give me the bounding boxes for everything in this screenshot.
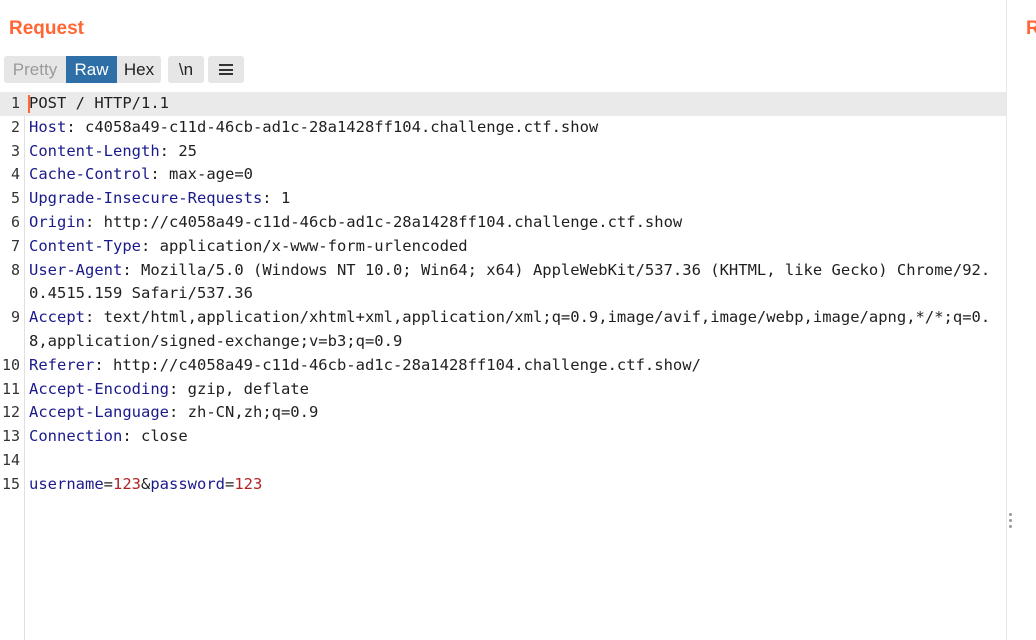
header-value: application/x-www-form-urlencoded xyxy=(150,236,468,255)
line-number: 6 xyxy=(10,212,20,231)
line-content: Connection: close xyxy=(29,427,188,446)
editor-line[interactable]: 8 User-Agent: Mozilla/5.0 (Windows NT 10.… xyxy=(0,259,1006,307)
editor-line[interactable]: 5 Upgrade-Insecure-Requests: 1 xyxy=(0,187,1006,211)
line-content: ​ xyxy=(29,449,1001,473)
line-number: 7 xyxy=(10,236,20,255)
param-value: 123 xyxy=(113,474,141,493)
editor-line[interactable]: 14 ​ xyxy=(0,449,1006,473)
line-number: 9 xyxy=(10,308,20,327)
hex-tab[interactable]: Hex xyxy=(117,56,161,83)
editor-line[interactable]: 2 Host: c4058a49-c11d-46cb-ad1c-28a1428ff… xyxy=(0,116,1006,140)
line-number: 12 xyxy=(1,403,20,422)
editor-line[interactable]: 1 POST / HTTP/1.1 xyxy=(0,92,1006,116)
editor-line[interactable]: 9 Accept: text/html,application/xhtml+xml… xyxy=(0,306,1006,354)
text-cursor xyxy=(28,95,30,113)
header-value: http://c4058a49-c11d-46cb-ad1c-28a1428ff… xyxy=(94,212,683,231)
editor-line[interactable]: 15 username=123&password=123 xyxy=(0,473,1006,497)
header-name: User-Agent xyxy=(29,260,123,279)
editor-line[interactable]: 6 Origin: http://c4058a49-c11d-46cb-ad1c-… xyxy=(0,211,1006,235)
editor-line[interactable]: 10 Referer: http://c4058a49-c11d-46cb-ad1… xyxy=(0,354,1006,378)
raw-tab[interactable]: Raw xyxy=(66,56,117,83)
line-number: 15 xyxy=(1,474,20,493)
header-value: http://c4058a49-c11d-46cb-ad1c-28a1428ff… xyxy=(103,355,701,374)
header-value: 1 xyxy=(271,189,291,208)
editor-line[interactable]: 7 Content-Type: application/x-www-form-ur… xyxy=(0,235,1006,259)
header-name: Cache-Control xyxy=(29,165,151,184)
response-panel-title: R xyxy=(1026,18,1036,39)
line-number: 5 xyxy=(10,189,20,208)
line-number: 14 xyxy=(1,450,20,469)
header-name: Referer xyxy=(29,355,95,374)
header-name: Accept-Language xyxy=(29,403,169,422)
editor-line[interactable]: 13 Connection: close xyxy=(0,425,1006,449)
editor-line[interactable]: 3 Content-Length: 25 xyxy=(0,140,1006,164)
header-value: zh-CN,zh;q=0.9 xyxy=(178,403,319,422)
param-name: username xyxy=(29,474,104,493)
line-content: User-Agent: Mozilla/5.0 (Windows NT 10.0… xyxy=(29,260,991,303)
line-content: Accept: text/html,application/xhtml+xml,… xyxy=(29,308,991,350)
menu-button[interactable] xyxy=(208,56,244,83)
header-name: Accept-Encoding xyxy=(29,379,169,398)
line-content: Accept-Language: zh-CN,zh;q=0.9 xyxy=(29,403,319,422)
line-content: Host: c4058a49-c11d-46cb-ad1c-28a1428ff1… xyxy=(29,117,599,136)
line-content: Referer: http://c4058a49-c11d-46cb-ad1c-… xyxy=(29,355,701,374)
header-value: close xyxy=(131,427,188,446)
drag-handle-icon[interactable] xyxy=(1007,510,1013,532)
line-number: 4 xyxy=(10,165,20,184)
line-content: Content-Length: 25 xyxy=(29,141,197,160)
editor-line[interactable]: 11 Accept-Encoding: gzip, deflate xyxy=(0,378,1006,402)
line-number: 2 xyxy=(10,117,20,136)
line-content: Upgrade-Insecure-Requests: 1 xyxy=(29,189,291,208)
line-number: 11 xyxy=(1,379,20,398)
editor-line[interactable]: 4 Cache-Control: max-age=0 xyxy=(0,163,1006,187)
line-number: 1 xyxy=(10,94,20,112)
line-content: Origin: http://c4058a49-c11d-46cb-ad1c-2… xyxy=(29,212,683,231)
param-value: 123 xyxy=(234,474,263,493)
line-number: 10 xyxy=(1,355,20,374)
pretty-tab[interactable]: Pretty xyxy=(4,56,66,83)
header-name: Content-Length xyxy=(29,141,160,160)
request-editor[interactable]: 1 POST / HTTP/1.1 2 Host: c4058a49-c11d-46c… xyxy=(0,92,1006,640)
param-name: password xyxy=(150,474,225,493)
header-name: Connection xyxy=(29,427,123,446)
header-value: max-age=0 xyxy=(159,165,253,184)
line-number: 3 xyxy=(10,141,20,160)
line-content: username=123&password=123 xyxy=(29,474,263,493)
panel-title: Request xyxy=(9,18,84,39)
line-content: Accept-Encoding: gzip, deflate xyxy=(29,379,309,398)
header-value: gzip, deflate xyxy=(178,379,309,398)
line-content: Cache-Control: max-age=0 xyxy=(29,165,253,184)
header-name: Host xyxy=(29,117,67,136)
header-value: c4058a49-c11d-46cb-ad1c-28a1428ff104.cha… xyxy=(75,117,599,136)
editor-line[interactable]: 12 Accept-Language: zh-CN,zh;q=0.9 xyxy=(0,401,1006,425)
header-value: 25 xyxy=(169,141,197,160)
line-content: POST / HTTP/1.1 xyxy=(29,94,169,112)
header-value: text/html,application/xhtml+xml,applicat… xyxy=(29,308,991,350)
header-name: Upgrade-Insecure-Requests xyxy=(29,189,263,208)
show-newlines-button[interactable]: \n xyxy=(168,56,204,83)
line-content: Content-Type: application/x-www-form-url… xyxy=(29,236,468,255)
panel-splitter[interactable] xyxy=(1006,0,1007,640)
header-value: Mozilla/5.0 (Windows NT 10.0; Win64; x64… xyxy=(29,260,991,303)
line-number: 13 xyxy=(1,427,20,446)
header-name: Accept xyxy=(29,308,85,327)
line-number: 8 xyxy=(10,260,20,279)
header-name: Origin xyxy=(29,212,85,231)
header-name: Content-Type xyxy=(29,236,141,255)
